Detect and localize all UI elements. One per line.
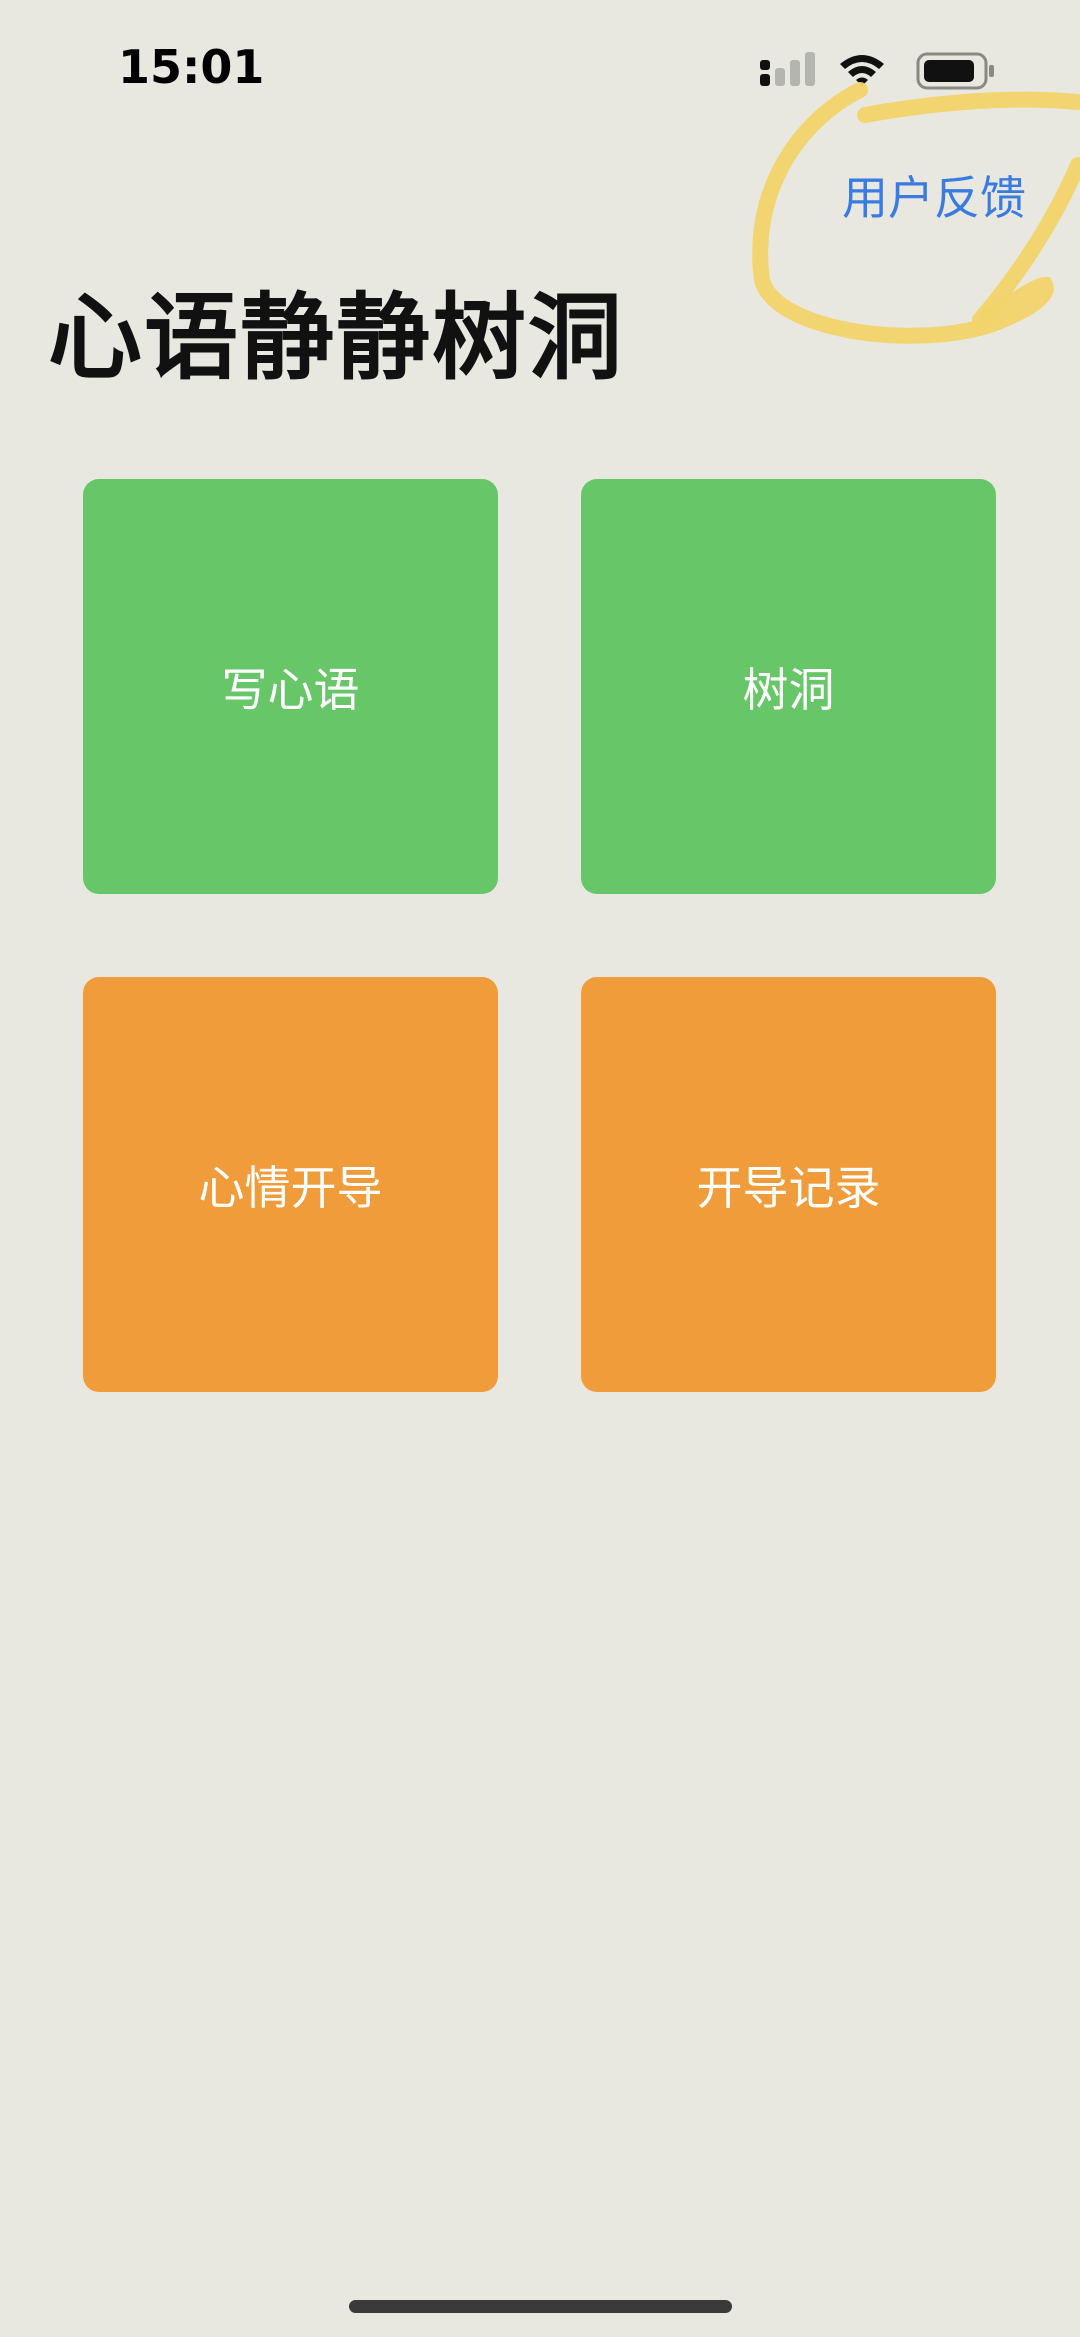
status-icons (758, 50, 1008, 94)
mood-guidance-button[interactable]: 心情开导 (83, 977, 498, 1392)
tile-label: 写心语 (221, 662, 360, 717)
tile-label: 树洞 (742, 662, 835, 717)
status-time: 15:01 (118, 40, 265, 94)
page-title: 心语静静树洞 (48, 284, 625, 393)
home-indicator[interactable] (349, 2300, 732, 2313)
write-heart-words-button[interactable]: 写心语 (83, 479, 498, 894)
tree-hole-button[interactable]: 树洞 (581, 479, 996, 894)
status-bar: 15:01 (0, 0, 1080, 140)
tile-label: 开导记录 (696, 1160, 881, 1215)
guidance-history-button[interactable]: 开导记录 (581, 977, 996, 1392)
cellular-signal-icon (760, 52, 815, 86)
tile-label: 心情开导 (198, 1160, 383, 1215)
battery-icon (916, 52, 994, 90)
feedback-link[interactable]: 用户反馈 (842, 162, 1026, 228)
wifi-icon (840, 55, 884, 86)
